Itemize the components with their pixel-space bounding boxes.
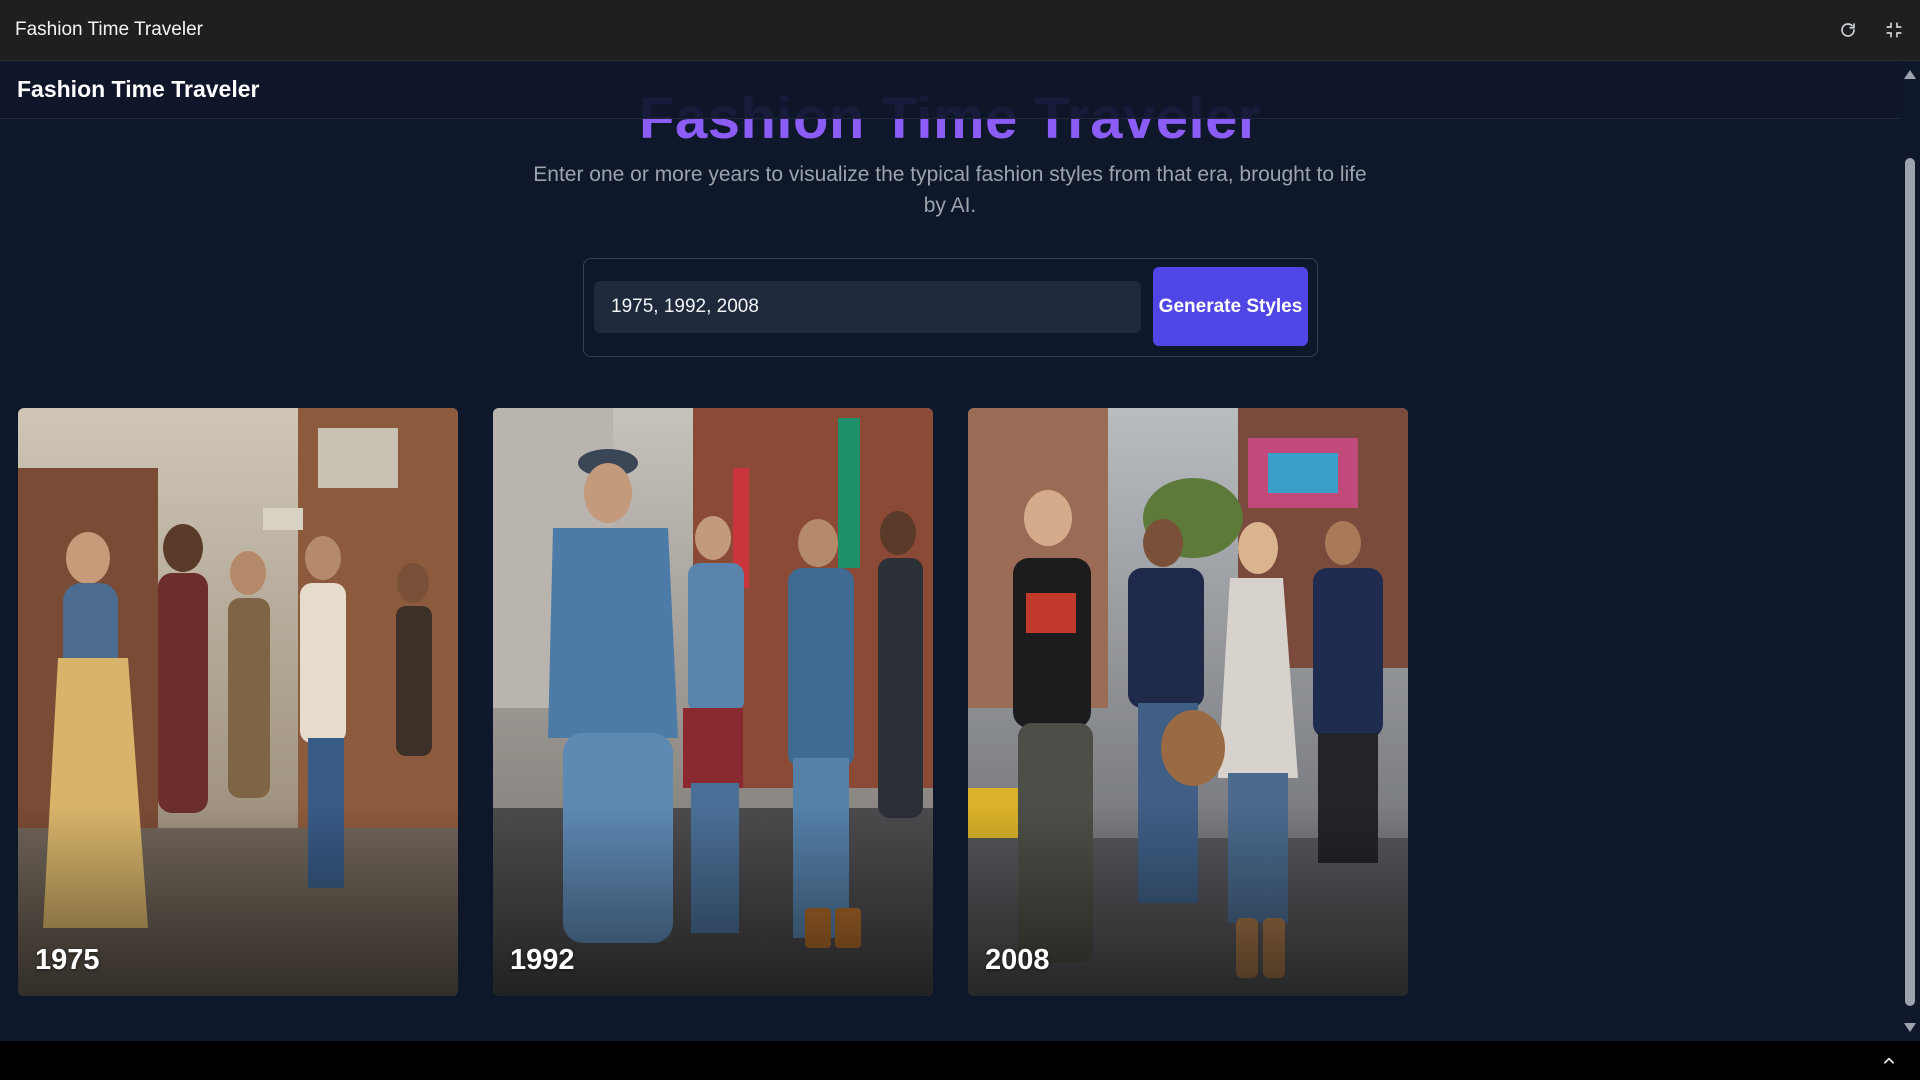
- bottom-bar: [0, 1041, 1920, 1080]
- window-title: Fashion Time Traveler: [15, 19, 203, 40]
- scroll-down-arrow-icon[interactable]: [1904, 1023, 1916, 1032]
- fullscreen-button[interactable]: [1883, 19, 1905, 41]
- app-viewport: Fashion Time Traveler Fashion Time Trave…: [0, 61, 1900, 1041]
- reload-button[interactable]: [1837, 19, 1859, 41]
- year-form: Generate Styles: [583, 258, 1318, 357]
- generate-styles-button[interactable]: Generate Styles: [1153, 267, 1308, 346]
- fashion-card-2008[interactable]: 2008: [968, 408, 1408, 996]
- years-input[interactable]: [594, 281, 1141, 333]
- app-header: Fashion Time Traveler: [0, 61, 1900, 119]
- fashion-card-1975[interactable]: 1975: [18, 408, 458, 996]
- fashion-card-1992[interactable]: 1992: [493, 408, 933, 996]
- card-year-label: 1992: [510, 944, 575, 976]
- expand-panel-button[interactable]: [1882, 1054, 1896, 1068]
- hero-subtitle: Enter one or more years to visualize the…: [533, 163, 1367, 217]
- chevron-up-icon: [1884, 1057, 1894, 1064]
- reload-icon: [1841, 23, 1855, 37]
- card-year-label: 1975: [35, 944, 100, 976]
- fullscreen-icon: [1886, 22, 1902, 38]
- app-header-title: Fashion Time Traveler: [17, 76, 260, 102]
- page-scrollbar[interactable]: [1900, 61, 1920, 1041]
- card-year-label: 2008: [985, 944, 1050, 976]
- window-titlebar: Fashion Time Traveler: [0, 0, 1920, 61]
- scrollbar-thumb[interactable]: [1905, 158, 1915, 1006]
- scroll-up-arrow-icon[interactable]: [1904, 70, 1916, 79]
